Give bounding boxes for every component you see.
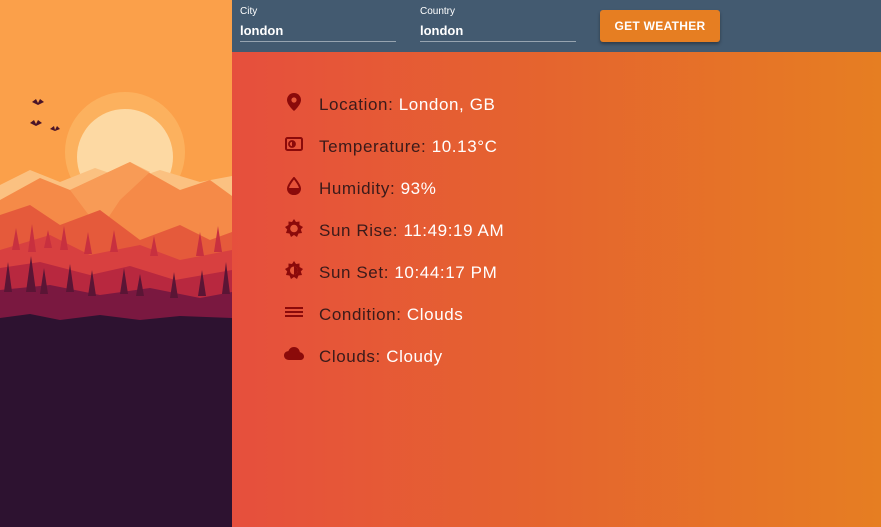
clouds-label: Clouds: [319, 347, 376, 366]
city-label: City: [240, 6, 258, 17]
sun-half-icon: [284, 260, 304, 280]
sunrise-label: Sun Rise: [319, 221, 393, 240]
humidity-label: Humidity: [319, 179, 390, 198]
sunset-label: Sun Set: [319, 263, 384, 282]
temperature-label: Temperature: [319, 137, 422, 156]
sunset-value: 10:44:17 PM: [394, 263, 498, 282]
humidity-row: Humidity: 93%: [284, 168, 504, 210]
country-label: Country: [420, 6, 456, 17]
condition-value: Clouds: [406, 305, 464, 324]
city-field: City: [240, 6, 396, 46]
country-input[interactable]: [420, 20, 576, 42]
sunset-row: Sun Set: 10:44:17 PM: [284, 252, 504, 294]
city-input[interactable]: [240, 20, 396, 42]
weather-app: City Country GET WEATHER Location: Londo…: [0, 0, 881, 527]
location-label: Location: [319, 95, 389, 114]
sunrise-value: 11:49:19 AM: [403, 221, 505, 240]
thermometer-icon: [284, 134, 304, 154]
cloud-icon: [284, 344, 304, 364]
lines-icon: [284, 302, 304, 322]
location-value: London, GB: [398, 95, 496, 114]
search-form-bar: City Country GET WEATHER: [232, 0, 881, 52]
clouds-row: Clouds: Cloudy: [284, 336, 504, 378]
temperature-row: Temperature: 10.13°C: [284, 126, 504, 168]
weather-results-panel: Location: London, GB Temperature: 10.13°…: [232, 52, 881, 527]
location-row: Location: London, GB: [284, 84, 504, 126]
location-pin-icon: [284, 92, 304, 112]
clouds-value: Cloudy: [386, 347, 443, 366]
droplet-icon: [284, 176, 304, 196]
get-weather-button[interactable]: GET WEATHER: [600, 10, 720, 42]
temperature-value: 10.13°C: [431, 137, 498, 156]
country-field: Country: [420, 6, 576, 46]
condition-label: Condition: [319, 305, 397, 324]
humidity-value: 93%: [400, 179, 437, 198]
sunrise-row: Sun Rise: 11:49:19 AM: [284, 210, 504, 252]
sun-icon: [284, 218, 304, 238]
sunset-mountains-image: [0, 0, 232, 527]
landscape-illustration: [0, 0, 232, 527]
condition-row: Condition: Clouds: [284, 294, 504, 336]
weather-info-list: Location: London, GB Temperature: 10.13°…: [284, 84, 504, 378]
